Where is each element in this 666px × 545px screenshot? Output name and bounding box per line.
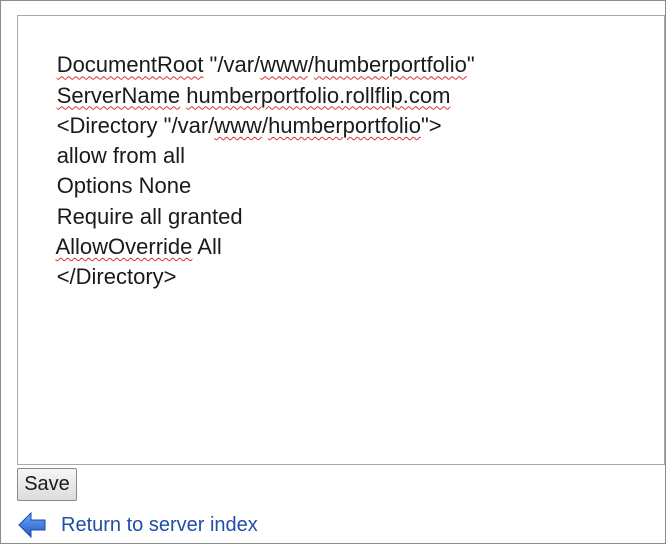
config-line-3-seg-1: <Directory "/var/ [56, 112, 215, 138]
config-line-7-seg-2: All [192, 234, 222, 260]
config-line-2-seg-1: ServerName [56, 82, 181, 108]
config-line-1-seg-6: " [466, 52, 475, 78]
config-line-1: DocumentRoot "/var/www/humberportfolio" [20, 20, 662, 77]
page-frame: DocumentRoot "/var/www/humberportfolio" … [0, 0, 666, 544]
config-line-8-seg-1: </Directory> [56, 264, 177, 290]
config-line-7-seg-1: AllowOverride [55, 234, 193, 260]
config-textarea[interactable]: DocumentRoot "/var/www/humberportfolio" … [17, 15, 665, 465]
config-line-3-seg-4: humberportfolio [268, 112, 421, 138]
config-line-1-seg-2: "/var/ [203, 52, 261, 78]
return-to-server-index-link[interactable]: Return to server index [17, 509, 258, 541]
config-line-4-seg-1: allow from all [56, 143, 186, 169]
left-arrow-icon [17, 510, 47, 540]
config-line-5-seg-1: Options None [56, 173, 192, 199]
config-line-1-seg-3: www [260, 52, 308, 78]
config-line-1-seg-5: humberportfolio [313, 52, 467, 78]
config-line-3-seg-2: www [214, 112, 262, 138]
config-line-1-seg-1: DocumentRoot [56, 52, 204, 78]
save-button[interactable]: Save [17, 468, 77, 501]
config-line-3-seg-5: "> [420, 112, 442, 138]
config-line-2-seg-3: humberportfolio.rollflip.com [186, 82, 451, 108]
return-link-label: Return to server index [61, 513, 258, 536]
config-line-6-seg-1: Require all granted [56, 203, 243, 229]
